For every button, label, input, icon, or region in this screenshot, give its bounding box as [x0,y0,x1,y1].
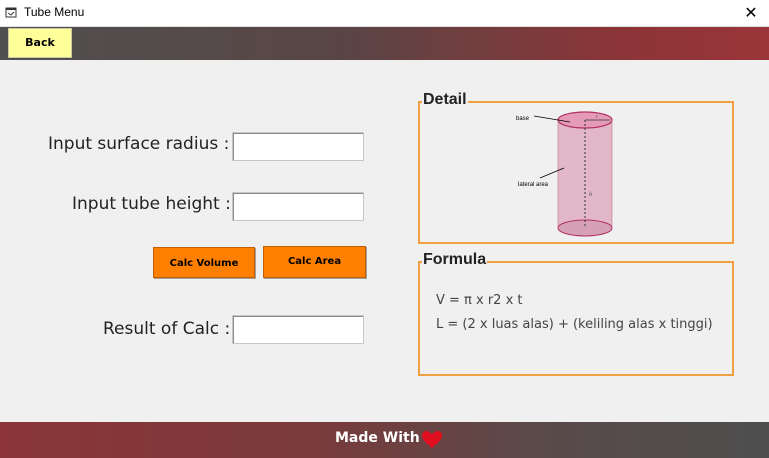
detail-title: Detail [422,91,468,109]
calc-area-button[interactable]: Calc Area [263,246,366,278]
area-formula: L = (2 x luas alas) + (keliling alas x t… [436,317,713,332]
h-label: h [589,192,592,198]
back-button[interactable]: Back [8,28,72,58]
result-field[interactable] [232,315,364,344]
footer-text: Made With [335,430,420,446]
radius-input[interactable] [232,132,364,161]
footer-bar: Made With [0,422,769,458]
base-label: base [516,116,530,122]
top-bar: Back [0,27,769,60]
cylinder-diagram: base lateral area r h [516,111,613,237]
heart-icon [422,431,442,448]
r-label: r [596,115,598,120]
close-icon[interactable]: ✕ [740,3,762,23]
formula-title: Formula [422,251,488,269]
calc-volume-button[interactable]: Calc Volume [153,247,255,278]
window-titlebar: Tube Menu ✕ [0,0,769,27]
height-label: Input tube height : [72,194,231,214]
window-title: Tube Menu [24,5,85,19]
app-icon [5,7,17,18]
lateral-label: lateral area [518,182,549,188]
height-input[interactable] [232,192,364,221]
result-label: Result of Calc : [103,319,231,339]
volume-formula: V = π x r2 x t [436,293,523,308]
radius-label: Input surface radius : [48,134,230,154]
